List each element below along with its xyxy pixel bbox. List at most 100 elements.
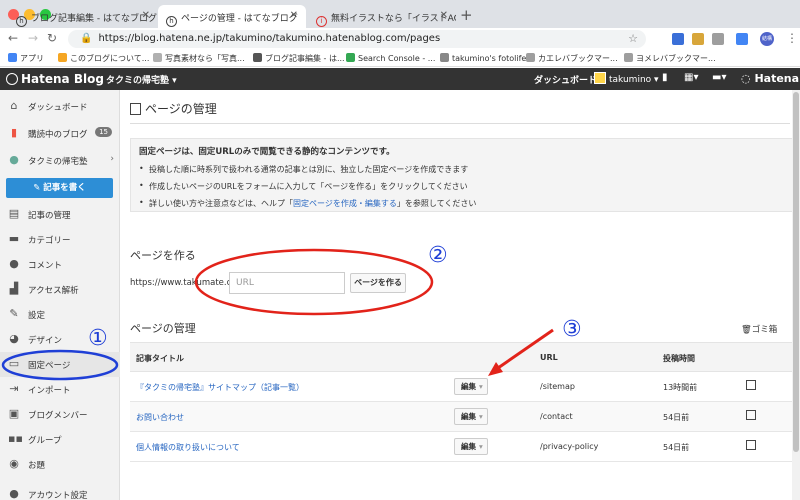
external-link-icon[interactable] [746, 440, 756, 450]
bookmark-icon[interactable]: ▮ [662, 72, 668, 83]
sidebar-item-members[interactable]: ▣ ブログメンバー [0, 402, 120, 427]
tab-illust-ac[interactable]: i 無料イラストなら「イラストAC」 ✕ [308, 5, 456, 28]
help-link[interactable]: 固定ページを作成・編集する [293, 199, 397, 208]
sidebar-item-articles[interactable]: ▤ 記事の管理 [0, 202, 120, 227]
info-item: 詳しい使い方や注意点などは、ヘルプ「固定ページを作成・編集する」を参照してくださ… [139, 198, 786, 209]
bookmark-apps[interactable]: アプリ [8, 53, 44, 64]
close-tab-icon[interactable]: ✕ [290, 10, 298, 21]
apps-grid-icon[interactable]: ▦▾ [684, 72, 698, 83]
bookmark-favicon-icon [253, 53, 262, 62]
translate-icon[interactable] [736, 33, 748, 45]
info-list: 投稿した順に時系列で扱われる通常の記事とは別に、独立した固定ページを作成できます… [139, 164, 786, 209]
page-url: /sitemap [540, 382, 575, 391]
hatena-logo-icon [6, 73, 18, 85]
address-bar[interactable]: 🔒 https://blog.hatena.ne.jp/takumino/taku… [68, 30, 646, 48]
page-title-link[interactable]: お問い合わせ [136, 412, 184, 423]
bookmark-item[interactable]: 写真素材なら「写真... [153, 53, 245, 64]
back-icon[interactable]: ← [8, 31, 18, 45]
bookmark-favicon-icon [624, 53, 633, 62]
apps-icon [8, 53, 17, 62]
subscription-count-badge: 15 [95, 127, 112, 137]
members-icon: ▣ [8, 407, 20, 420]
external-link-icon[interactable] [746, 380, 756, 390]
edit-button[interactable]: 編集 ▾ [454, 438, 488, 455]
blog-icon: ● [9, 153, 19, 166]
chevron-down-icon: ▾ [479, 382, 483, 391]
chart-icon: ▟ [9, 282, 19, 295]
info-item: 作成したいページのURLをフォームに入力して「ページを作る」をクリックしてくださ… [139, 181, 786, 192]
bookmark-item[interactable]: Search Console - ... [346, 53, 435, 63]
column-time: 投稿時間 [663, 354, 695, 363]
column-title: 記事タイトル [136, 354, 184, 363]
page-icon: ▭ [8, 357, 20, 370]
bookmark-favicon-icon [153, 53, 162, 62]
bookmark-star-icon[interactable]: ☆ [628, 32, 638, 45]
sidebar-item-account[interactable]: ● アカウント設定 [0, 482, 120, 500]
bookmark-item[interactable]: カエレバブックマー... [526, 53, 618, 64]
page-time: 54日前 [663, 413, 690, 422]
tab-blog-edit[interactable]: h ブログ記事編集 - はてなブログ ✕ [8, 5, 158, 28]
hatena-blog-logo[interactable]: Hatena Blog [6, 72, 104, 86]
sidebar-item-groups[interactable]: ▪▪ グループ [0, 427, 120, 452]
account-icon: ● [9, 487, 19, 500]
url-input[interactable] [229, 272, 345, 294]
browser-toolbar: ← → ↻ 🔒 https://blog.hatena.ne.jp/takumin… [0, 28, 800, 50]
illustac-favicon-icon: i [316, 16, 327, 27]
extension-icon[interactable] [712, 33, 724, 45]
bookmark-item[interactable]: takumino's fotolife [440, 53, 526, 63]
notification-icon[interactable]: ▬▾ [712, 72, 726, 83]
tab-page-manage[interactable]: h ページの管理 - はてなブログ ✕ [158, 5, 306, 28]
sidebar-item-design[interactable]: ◕ デザイン [0, 327, 120, 352]
bookmark-item[interactable]: ヨメレバブックマー... [624, 53, 716, 64]
edit-button[interactable]: 編集 ▾ [454, 378, 488, 395]
main-content: ページの管理 固定ページは、固定URLのみで閲覧できる静的なコンテンツです。 投… [120, 90, 800, 500]
external-link-icon[interactable] [746, 410, 756, 420]
forward-icon[interactable]: → [28, 31, 38, 45]
menu-icon[interactable]: ⋮ [786, 31, 798, 45]
palette-icon: ◕ [9, 332, 19, 345]
bookmark-item[interactable]: このブログについて... [58, 53, 149, 64]
sidebar-item-categories[interactable]: ▬ カテゴリー [0, 227, 120, 252]
info-lead: 固定ページは、固定URLのみで閲覧できる静的なコンテンツです。 [139, 147, 395, 157]
folder-icon: ▬ [8, 232, 20, 245]
sidebar-item-import[interactable]: ⇥ インポート [0, 377, 120, 402]
sidebar-item-settings[interactable]: ✎ 設定 [0, 302, 120, 327]
avatar [594, 72, 606, 84]
write-article-button[interactable]: ✎ 記事を書く [6, 178, 113, 198]
sidebar-item-dashboard[interactable]: ⌂ ダッシュボード [0, 94, 120, 119]
new-tab-icon[interactable]: + [460, 6, 473, 24]
chevron-right-icon: › [110, 154, 114, 164]
user-menu[interactable]: takumino ▾ [594, 72, 659, 85]
blog-switcher[interactable]: タクミの帰宅塾 ▾ [106, 73, 177, 86]
bookmark-favicon-icon [58, 53, 67, 62]
info-item: 投稿した順に時系列で扱われる通常の記事とは別に、独立した固定ページを作成できます [139, 164, 786, 175]
sidebar-item-subscriptions[interactable]: ▮ 購読中のブログ 15 [0, 121, 120, 146]
scrollbar-thumb[interactable] [793, 92, 799, 452]
page-title-link[interactable]: 個人情報の取り扱いについて [136, 442, 240, 453]
sidebar-item-blog[interactable]: ● タクミの帰宅塾 › [0, 148, 120, 173]
page-title-link[interactable]: 『タクミの帰宅塾』サイトマップ（記事一覧） [136, 382, 304, 393]
page-scrollbar[interactable] [792, 90, 800, 500]
reload-icon[interactable]: ↻ [47, 31, 57, 45]
sidebar-item-fixed-pages[interactable]: ▭ 固定ページ [0, 352, 120, 377]
edit-button[interactable]: 編集 ▾ [454, 408, 488, 425]
chevron-down-icon: ▾ [479, 442, 483, 451]
sidebar-item-comments[interactable]: ● コメント [0, 252, 120, 277]
create-page-heading: ページを作る [130, 249, 196, 262]
page-time: 54日前 [663, 443, 690, 452]
sidebar: ⌂ ダッシュボード ▮ 購読中のブログ 15 ● タクミの帰宅塾 › ✎ 記事を書く ▤ 記… [0, 90, 120, 500]
extension-icon[interactable] [692, 33, 704, 45]
close-tab-icon[interactable]: ✕ [142, 10, 150, 21]
dashboard-link[interactable]: ダッシュボード [534, 73, 597, 86]
create-page-button[interactable]: ページを作る [350, 273, 406, 293]
hatena-brand[interactable]: ◌ Hatena [741, 72, 799, 85]
manage-pages-heading: ページの管理 [130, 322, 196, 335]
bookmark-item[interactable]: ブログ記事編集 - は... [253, 53, 345, 64]
trash-link[interactable]: 🗑ゴミ箱 [741, 323, 777, 335]
sidebar-item-topics[interactable]: ◉ お題 [0, 452, 120, 477]
close-tab-icon[interactable]: ✕ [440, 10, 448, 21]
profile-avatar[interactable]: 結構 [760, 32, 774, 46]
sidebar-item-analytics[interactable]: ▟ アクセス解析 [0, 277, 120, 302]
wrench-icon: ✎ [9, 307, 19, 320]
extension-icon[interactable] [672, 33, 684, 45]
